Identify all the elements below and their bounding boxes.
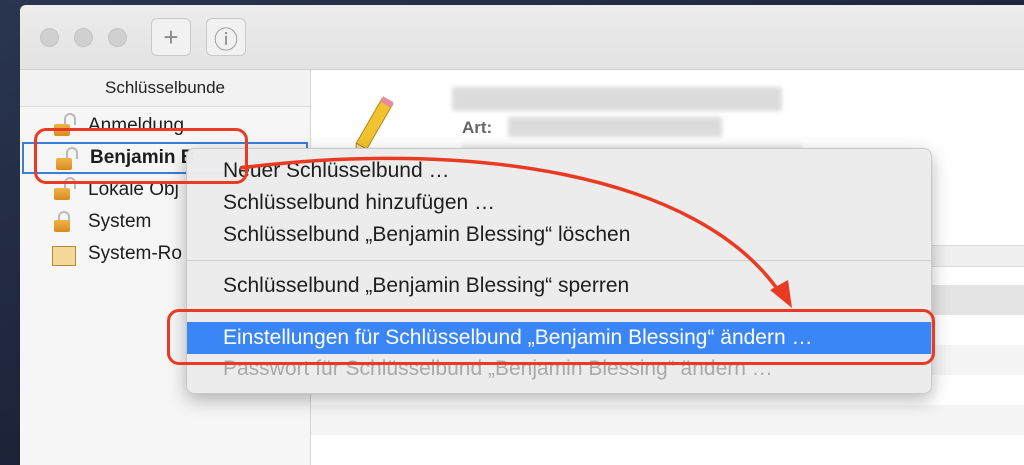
annotation-arrow-icon xyxy=(239,156,792,308)
